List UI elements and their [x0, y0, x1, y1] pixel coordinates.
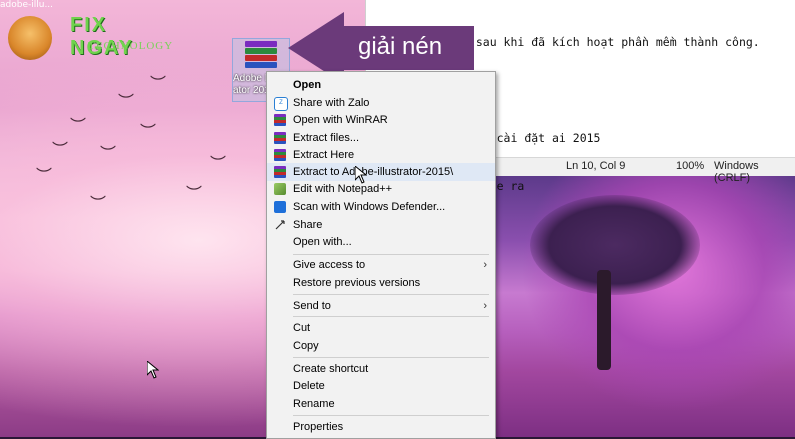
chevron-right-icon: › — [483, 300, 487, 312]
menu-item-label: Rename — [293, 398, 335, 410]
menu-item-scan-defender[interactable]: Scan with Windows Defender... — [267, 198, 495, 216]
menu-item-label: Restore previous versions — [293, 277, 421, 289]
menu-item-label: Open with... — [293, 236, 352, 248]
menu-separator — [293, 254, 489, 255]
menu-item-label: Create shortcut — [293, 363, 369, 375]
fixngay-logo: FIX NGAY TECHNOLOGY — [6, 10, 176, 60]
menu-item-label: Extract to Adobe-illustrator-2015\ — [293, 166, 454, 178]
mouse-pointer-icon — [147, 361, 159, 379]
menu-item-delete[interactable]: Delete — [267, 377, 495, 395]
menu-item-rename[interactable]: Rename — [267, 395, 495, 413]
menu-item-open-with[interactable]: Open with... — [267, 233, 495, 251]
cursor-position: Ln 10, Col 9 — [566, 160, 626, 172]
menu-separator — [293, 357, 489, 358]
menu-separator — [293, 294, 489, 295]
winrar-icon — [274, 149, 286, 161]
menu-item-give-access[interactable]: Give access to › — [267, 256, 495, 274]
winrar-icon — [274, 166, 286, 178]
share-icon — [274, 219, 286, 231]
menu-item-extract-files[interactable]: Extract files... — [267, 129, 495, 147]
menu-item-label: Extract files... — [293, 132, 360, 144]
menu-item-open-winrar[interactable]: Open with WinRAR — [267, 111, 495, 129]
menu-item-restore-previous[interactable]: Restore previous versions — [267, 274, 495, 292]
context-menu: Open Z Share with Zalo Open with WinRAR … — [266, 71, 496, 439]
menu-item-label: Share — [293, 219, 323, 231]
menu-item-share[interactable]: Share — [267, 216, 495, 234]
menu-item-open[interactable]: Open — [267, 76, 495, 94]
menu-item-label: Scan with Windows Defender... — [293, 201, 446, 213]
menu-separator — [293, 316, 489, 317]
zalo-icon: Z — [274, 97, 288, 111]
menu-item-extract-to[interactable]: Extract to Adobe-illustrator-2015\ — [267, 163, 495, 181]
mouse-pointer-icon — [355, 166, 367, 184]
logo-tagline: TECHNOLOGY — [88, 40, 174, 52]
menu-item-label: Open — [293, 79, 322, 91]
menu-item-label: Properties — [293, 421, 344, 433]
menu-item-label: Edit with Notepad++ — [293, 183, 393, 195]
zoom-level: 100% — [676, 160, 705, 172]
menu-item-label: Send to — [293, 300, 331, 312]
line-ending: Windows (CRLF) — [714, 160, 759, 184]
menu-item-label: Copy — [293, 340, 319, 352]
menu-separator — [293, 415, 489, 416]
menu-item-create-shortcut[interactable]: Create shortcut — [267, 360, 495, 378]
menu-item-label: Give access to — [293, 259, 366, 271]
menu-item-properties[interactable]: Properties — [267, 418, 495, 436]
menu-item-copy[interactable]: Copy — [267, 337, 495, 355]
annotation-text: giải nén — [358, 33, 443, 60]
tree-trunk — [597, 270, 611, 370]
logo-name: FIX NGAY — [70, 14, 134, 59]
notepadpp-icon — [274, 183, 286, 195]
menu-item-edit-notepadpp[interactable]: Edit with Notepad++ — [267, 180, 495, 198]
mascot-icon — [8, 16, 52, 60]
winrar-icon — [274, 114, 286, 126]
menu-item-share-zalo[interactable]: Z Share with Zalo — [267, 94, 495, 112]
defender-icon — [274, 201, 286, 213]
chevron-right-icon: › — [483, 259, 487, 271]
menu-item-label: Open with WinRAR — [293, 114, 388, 126]
menu-item-cut[interactable]: Cut — [267, 319, 495, 337]
menu-item-label: Cut — [293, 322, 311, 334]
menu-item-label: Delete — [293, 380, 325, 392]
winrar-archive-icon — [245, 41, 277, 69]
menu-item-send-to[interactable]: Send to › — [267, 297, 495, 315]
menu-item-extract-here[interactable]: Extract Here — [267, 146, 495, 164]
desktop-file-label-partial[interactable]: adobe-illu... — [0, 0, 53, 10]
menu-item-label: Share with Zalo — [293, 97, 370, 109]
winrar-icon — [274, 132, 286, 144]
menu-item-label: Extract Here — [293, 149, 355, 161]
notepad-status-bar: Ln 10, Col 9 100% Windows (CRLF) — [496, 157, 795, 184]
